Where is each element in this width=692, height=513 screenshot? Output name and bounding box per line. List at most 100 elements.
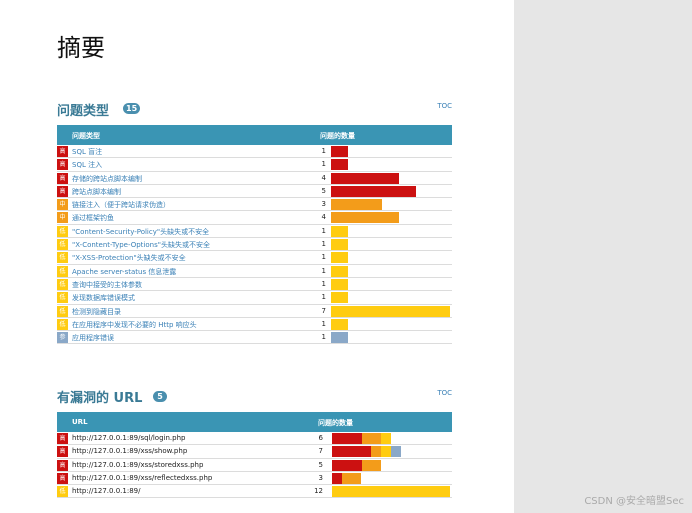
issue-count-bar-segment (331, 159, 348, 171)
vuln-url-count-badge: 5 (153, 391, 167, 402)
issue-count: 7 (321, 306, 326, 315)
url-issue-bar-segment (381, 446, 391, 458)
issue-count: 1 (321, 279, 326, 288)
issue-count-bar-segment (331, 212, 399, 224)
url-issue-bar-segment (341, 472, 362, 484)
vuln-url-text: http://127.0.0.1:89/ (72, 487, 141, 496)
url-issue-bar-segment (332, 433, 362, 444)
issue-type-link[interactable]: 检测到隐藏目录 (72, 307, 121, 317)
issue-count-bar (331, 172, 399, 184)
issue-count-bar (331, 212, 399, 224)
issue-type-row: 低 "X-Content-Type-Options"头缺失或不安全 1 (57, 238, 452, 252)
issue-count-bar (331, 185, 416, 197)
vuln-url-text: http://127.0.0.1:89/xss/storedxss.php (72, 460, 204, 469)
issue-count-bar (331, 225, 348, 237)
issue-count-bar (331, 146, 348, 157)
issue-types-table: 问题类型 问题的数量 高 SQL 盲注 1 高 SQL 注入 1 高存储的跨站点脚本编制 4 高… (57, 125, 452, 345)
issue-type-row: 参应用程序错误 1 (57, 331, 452, 345)
severity-badge: 高 (57, 159, 68, 171)
issue-type-row: 低发现数据库错误模式 1 (57, 291, 452, 305)
issue-count-bar (331, 239, 348, 251)
url-issue-count: 12 (314, 487, 323, 496)
url-issue-count: 5 (318, 460, 323, 469)
url-issue-bar-segment (332, 472, 342, 484)
col-issue-type: 问题类型 (72, 132, 100, 140)
issue-type-link[interactable]: 存储的跨站点脚本编制 (72, 174, 142, 184)
issue-type-link[interactable]: 在应用程序中发现不必要的 Http 响应头 (72, 320, 197, 330)
issue-count-bar (331, 292, 348, 304)
issue-type-link[interactable]: 跨站点脚本编制 (72, 187, 121, 197)
issue-count-bar-segment (331, 265, 348, 277)
url-issue-bar (332, 446, 401, 458)
issue-count-bar (331, 252, 348, 264)
col-url-count: 问题的数量 (318, 419, 353, 427)
issue-count-bar-segment (331, 332, 348, 344)
issue-count: 1 (321, 293, 326, 302)
issue-types-toc-link[interactable]: TOC (437, 102, 452, 110)
col-issue-count: 问题的数量 (320, 132, 355, 140)
issue-count: 1 (321, 319, 326, 328)
issue-count-bar (331, 332, 348, 344)
issue-type-link[interactable]: "Content-Security-Policy"头缺失或不安全 (72, 227, 209, 237)
issue-type-row: 低检测到隐藏目录 7 (57, 305, 452, 318)
issue-count: 1 (321, 147, 326, 155)
watermark: CSDN @安全暗盟Sec (584, 496, 684, 507)
issue-type-link[interactable]: 查询中接受的主体参数 (72, 280, 142, 290)
vuln-url-text: http://127.0.0.1:89/sql/login.php (72, 434, 186, 442)
issue-count-bar (331, 318, 348, 330)
issue-count-bar-segment (331, 225, 348, 237)
severity-badge: 低 (57, 265, 68, 277)
severity-badge: 高 (57, 146, 68, 157)
issue-type-link[interactable]: 应用程序错误 (72, 333, 114, 343)
severity-badge: 低 (57, 292, 68, 304)
vuln-url-row: 高 http://127.0.0.1:89/xss/reflectedxss.ph… (57, 472, 452, 486)
issue-count: 1 (321, 240, 326, 249)
issue-type-row: 低查询中接受的主体参数 1 (57, 278, 452, 292)
issue-count: 1 (321, 253, 326, 262)
issue-count-bar-segment (331, 278, 348, 290)
issue-type-link[interactable]: 链接注入（便于跨站请求伪造） (72, 200, 170, 210)
issue-count: 3 (321, 200, 326, 209)
issue-type-row: 高 SQL 盲注 1 (57, 145, 452, 159)
issue-count-bar-segment (331, 252, 348, 264)
url-issue-bar (332, 486, 450, 498)
issue-type-row: 低在应用程序中发现不必要的 Http 响应头 1 (57, 318, 452, 332)
severity-badge: 中 (57, 199, 68, 211)
vuln-url-heading: 有漏洞的 URL (57, 391, 143, 406)
issue-count: 4 (321, 173, 326, 182)
col-url: URL (72, 418, 88, 426)
issue-type-link[interactable]: SQL 注入 (72, 160, 102, 170)
issue-type-row: 低 Apache server-status 信息泄露 1 (57, 265, 452, 278)
issue-type-link[interactable]: 通过框架钓鱼 (72, 213, 114, 223)
issue-type-link[interactable]: Apache server-status 信息泄露 (72, 267, 176, 277)
issue-count: 1 (321, 266, 326, 275)
issue-types-count-badge: 15 (123, 103, 141, 114)
url-issue-bar-segment (390, 446, 401, 458)
severity-badge: 高 (57, 459, 68, 471)
severity-badge: 低 (57, 486, 68, 498)
vuln-url-toc-link[interactable]: TOC (437, 389, 452, 397)
url-issue-bar-segment (361, 459, 382, 471)
issue-type-row: 高跨站点脚本编制 5 (57, 185, 452, 199)
severity-badge: 低 (57, 239, 68, 251)
vuln-url-text: http://127.0.0.1:89/xss/show.php (72, 447, 188, 456)
url-issue-bar-segment (371, 446, 382, 458)
url-issue-bar-segment (381, 433, 391, 444)
issue-type-link[interactable]: 发现数据库错误模式 (72, 293, 135, 303)
issue-type-link[interactable]: "X-XSS-Protection"头缺失或不安全 (72, 253, 186, 263)
issue-count-bar-segment (331, 305, 450, 317)
url-issue-bar (332, 459, 382, 471)
url-issue-bar (332, 472, 362, 484)
vuln-url-row: 高 http://127.0.0.1:89/xss/show.php 7 (57, 445, 452, 459)
issue-type-link[interactable]: "X-Content-Type-Options"头缺失或不安全 (72, 240, 210, 250)
severity-badge: 低 (57, 278, 68, 290)
issue-type-row: 高存储的跨站点脚本编制 4 (57, 172, 452, 185)
severity-badge: 低 (57, 318, 68, 330)
issue-count-bar-segment (331, 292, 348, 304)
severity-badge: 高 (57, 433, 68, 444)
severity-badge: 低 (57, 305, 68, 317)
issue-type-link[interactable]: SQL 盲注 (72, 147, 102, 157)
issue-type-row: 中通过框架钓鱼 4 (57, 211, 452, 225)
vuln-url-row: 高 http://127.0.0.1:89/xss/storedxss.php 5 (57, 459, 452, 472)
issue-count: 4 (321, 213, 326, 222)
